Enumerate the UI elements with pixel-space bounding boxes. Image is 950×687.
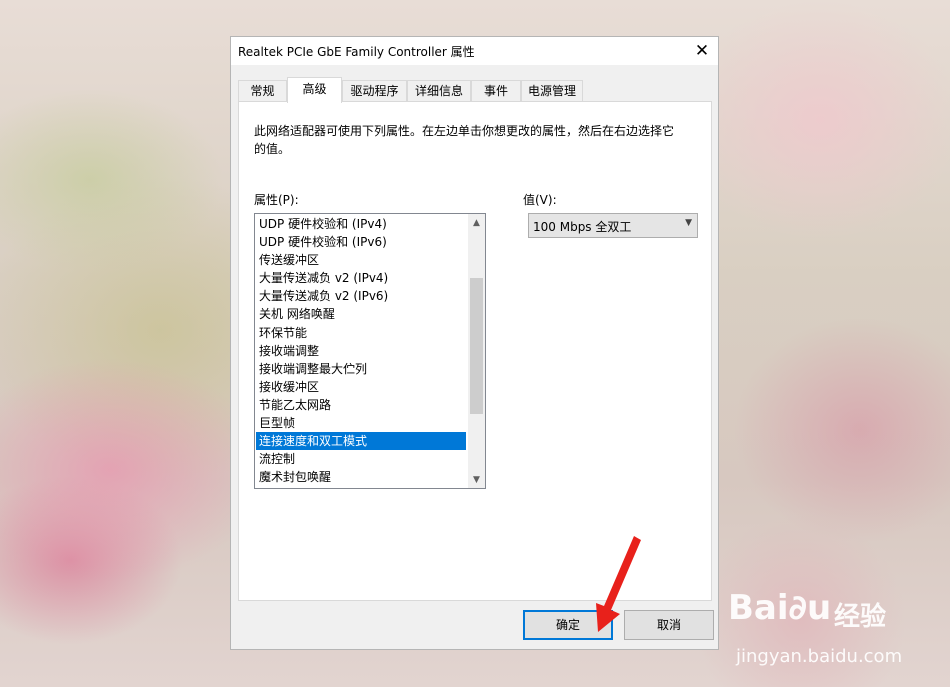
scroll-up-arrow-icon[interactable]: ▲ [468, 214, 485, 231]
watermark-brand: 经验 [834, 602, 887, 632]
list-item[interactable]: 大量传送减负 v2 (IPv6) [256, 287, 466, 305]
list-item[interactable]: UDP 硬件校验和 (IPv4) [256, 215, 466, 233]
tab-power-management[interactable]: 电源管理 [521, 80, 583, 102]
tab-details[interactable]: 详细信息 [407, 80, 471, 102]
scroll-down-arrow-icon[interactable]: ▼ [468, 471, 485, 488]
list-item[interactable]: UDP 硬件校验和 (IPv6) [256, 233, 466, 251]
baidu-logo: Bai∂u [728, 588, 832, 628]
list-item[interactable]: 接收端调整 [256, 342, 466, 360]
list-item[interactable]: 接收缓冲区 [256, 378, 466, 396]
list-item[interactable]: 接收端调整最大伫列 [256, 360, 466, 378]
property-label: 属性(P): [254, 193, 299, 207]
title-bar: Realtek PCIe GbE Family Controller 属性 ✕ [231, 37, 718, 65]
properties-dialog: Realtek PCIe GbE Family Controller 属性 ✕ … [230, 36, 719, 650]
tab-advanced[interactable]: 高级 [287, 77, 342, 103]
list-item[interactable]: 大量传送减负 v2 (IPv4) [256, 269, 466, 287]
list-item-selected[interactable]: 连接速度和双工模式 [256, 432, 466, 451]
list-item[interactable]: 环保节能 [256, 324, 466, 342]
close-icon: ✕ [694, 41, 710, 61]
property-list: UDP 硬件校验和 (IPv4) UDP 硬件校验和 (IPv6) 传送缓冲区 … [256, 215, 466, 486]
list-item[interactable]: 传送缓冲区 [256, 251, 466, 269]
list-scrollbar[interactable]: ▲ ▼ [468, 214, 485, 488]
value-dropdown-selected: 100 Mbps 全双工 [533, 220, 632, 234]
chevron-down-icon: ▼ [685, 218, 692, 228]
value-dropdown[interactable]: 100 Mbps 全双工 ▼ [528, 213, 698, 238]
value-label: 值(V): [523, 193, 557, 207]
cancel-button[interactable]: 取消 [624, 610, 714, 640]
watermark-url: jingyan.baidu.com [736, 646, 903, 667]
list-item[interactable]: 流控制 [256, 450, 466, 468]
property-listbox[interactable]: UDP 硬件校验和 (IPv4) UDP 硬件校验和 (IPv6) 传送缓冲区 … [254, 213, 486, 489]
window-title: Realtek PCIe GbE Family Controller 属性 [238, 45, 475, 59]
scroll-thumb[interactable] [470, 278, 483, 414]
list-item[interactable]: 魔术封包唤醒 [256, 468, 466, 486]
close-button[interactable]: ✕ [686, 37, 718, 65]
list-item[interactable]: 关机 网络唤醒 [256, 305, 466, 323]
tab-general[interactable]: 常规 [238, 80, 287, 102]
tab-driver[interactable]: 驱动程序 [342, 80, 407, 102]
tab-events[interactable]: 事件 [471, 80, 521, 102]
ok-button[interactable]: 确定 [523, 610, 613, 640]
description-text: 此网络适配器可使用下列属性。在左边单击你想更改的属性，然后在右边选择它的值。 [254, 124, 675, 156]
list-item[interactable]: 巨型帧 [256, 414, 466, 432]
list-item[interactable]: 节能乙太网路 [256, 396, 466, 414]
advanced-panel: 此网络适配器可使用下列属性。在左边单击你想更改的属性，然后在右边选择它的值。 属… [238, 101, 712, 601]
